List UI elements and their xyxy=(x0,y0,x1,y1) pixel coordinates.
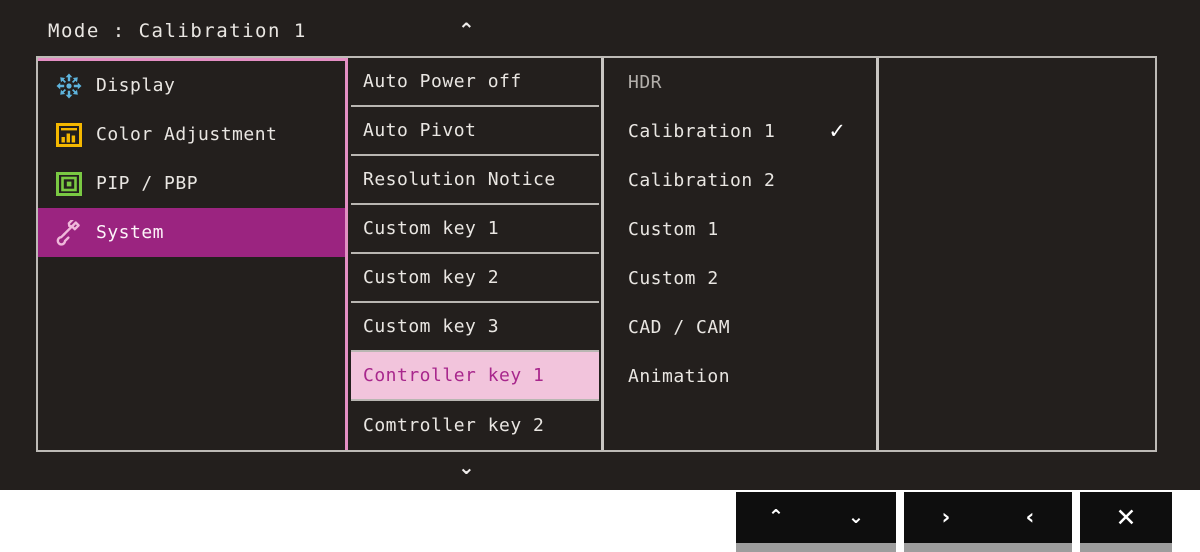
settings-item-label: Resolution Notice xyxy=(363,169,556,190)
close-x-icon[interactable]: ✕ xyxy=(1112,505,1141,530)
brightness-arrows-icon xyxy=(56,73,82,98)
settings-item[interactable]: Auto Power off xyxy=(351,58,599,107)
chevron-left-icon[interactable]: ‹ xyxy=(1022,507,1039,528)
sidebar-item-pip-pbp[interactable]: PIP / PBP xyxy=(38,159,345,208)
value-option[interactable]: Custom 1 xyxy=(604,205,876,254)
sidebar-item-color-adjustment[interactable]: Color Adjustment xyxy=(38,110,345,159)
settings-item[interactable]: Comtroller key 2 xyxy=(351,401,599,450)
nav-updown-button-group: ⌃ ⌄ xyxy=(736,492,896,552)
value-option-label: Calibration 1 xyxy=(628,121,776,142)
category-column: Display Color Adjustment PIP / PBP System xyxy=(38,58,348,450)
osd-header: Mode : Calibration 1 ⌃ xyxy=(0,18,1200,58)
settings-item[interactable]: Auto Pivot xyxy=(351,107,599,156)
scroll-up-icon[interactable]: ⌃ xyxy=(458,18,475,42)
chevron-right-icon[interactable]: › xyxy=(938,507,955,528)
value-option-label: CAD / CAM xyxy=(628,317,731,338)
value-option-label: HDR xyxy=(628,72,663,93)
check-icon: ✓ xyxy=(828,119,846,143)
mode-label: Mode : Calibration 1 xyxy=(48,20,307,42)
screen: Mode : Calibration 1 ⌃ ⌄ Display Color Ad… xyxy=(0,0,1200,552)
settings-item-label: Controller key 1 xyxy=(363,365,545,386)
value-option-label: Animation xyxy=(628,366,731,387)
sidebar-item-display[interactable]: Display xyxy=(38,61,345,110)
values-column: HDR Calibration 1 ✓ Calibration 2 Custom 1 Cu… xyxy=(601,58,879,450)
sidebar-item-label: Display xyxy=(96,75,176,96)
value-option[interactable]: HDR xyxy=(604,58,876,107)
value-option[interactable]: Custom 2 xyxy=(604,254,876,303)
osd-menu-panel: Display Color Adjustment PIP / PBP System A… xyxy=(36,56,1157,452)
settings-item[interactable]: Resolution Notice xyxy=(351,156,599,205)
settings-item-label: Auto Power off xyxy=(363,71,522,92)
chevron-up-icon[interactable]: ⌃ xyxy=(764,508,788,527)
wrench-icon xyxy=(56,219,80,246)
picture-in-picture-icon xyxy=(56,171,82,196)
sidebar-item-label: Color Adjustment xyxy=(96,124,278,145)
settings-item-label: Custom key 1 xyxy=(363,218,500,239)
settings-item-label: Custom key 2 xyxy=(363,267,500,288)
value-option[interactable]: CAD / CAM xyxy=(604,303,876,352)
settings-item-label: Comtroller key 2 xyxy=(363,415,545,436)
nav-leftright-button-group: › ‹ xyxy=(904,492,1072,552)
chevron-down-icon[interactable]: ⌄ xyxy=(844,508,868,527)
value-option-label: Custom 1 xyxy=(628,219,719,240)
settings-item[interactable]: Custom key 2 xyxy=(351,254,599,303)
settings-item-label: Auto Pivot xyxy=(363,120,477,141)
settings-item[interactable]: Controller key 1 xyxy=(351,352,599,401)
settings-item[interactable]: Custom key 3 xyxy=(351,303,599,352)
sidebar-item-label: PIP / PBP xyxy=(96,173,199,194)
value-option-label: Custom 2 xyxy=(628,268,719,289)
close-button-group: ✕ xyxy=(1080,492,1172,552)
sidebar-item-label: System xyxy=(96,222,165,243)
value-option[interactable]: Calibration 1 ✓ xyxy=(604,107,876,156)
value-option-label: Calibration 2 xyxy=(628,170,776,191)
value-option[interactable]: Calibration 2 xyxy=(604,156,876,205)
color-histogram-icon xyxy=(56,122,82,147)
value-option[interactable]: Animation xyxy=(604,352,876,401)
settings-item[interactable]: Custom key 1 xyxy=(351,205,599,254)
empty-pane xyxy=(882,58,1155,450)
scroll-down-icon[interactable]: ⌄ xyxy=(458,455,475,479)
settings-column: Auto Power off Auto Pivot Resolution Notic… xyxy=(351,58,599,450)
settings-item-label: Custom key 3 xyxy=(363,316,500,337)
sidebar-item-system[interactable]: System xyxy=(38,208,345,257)
